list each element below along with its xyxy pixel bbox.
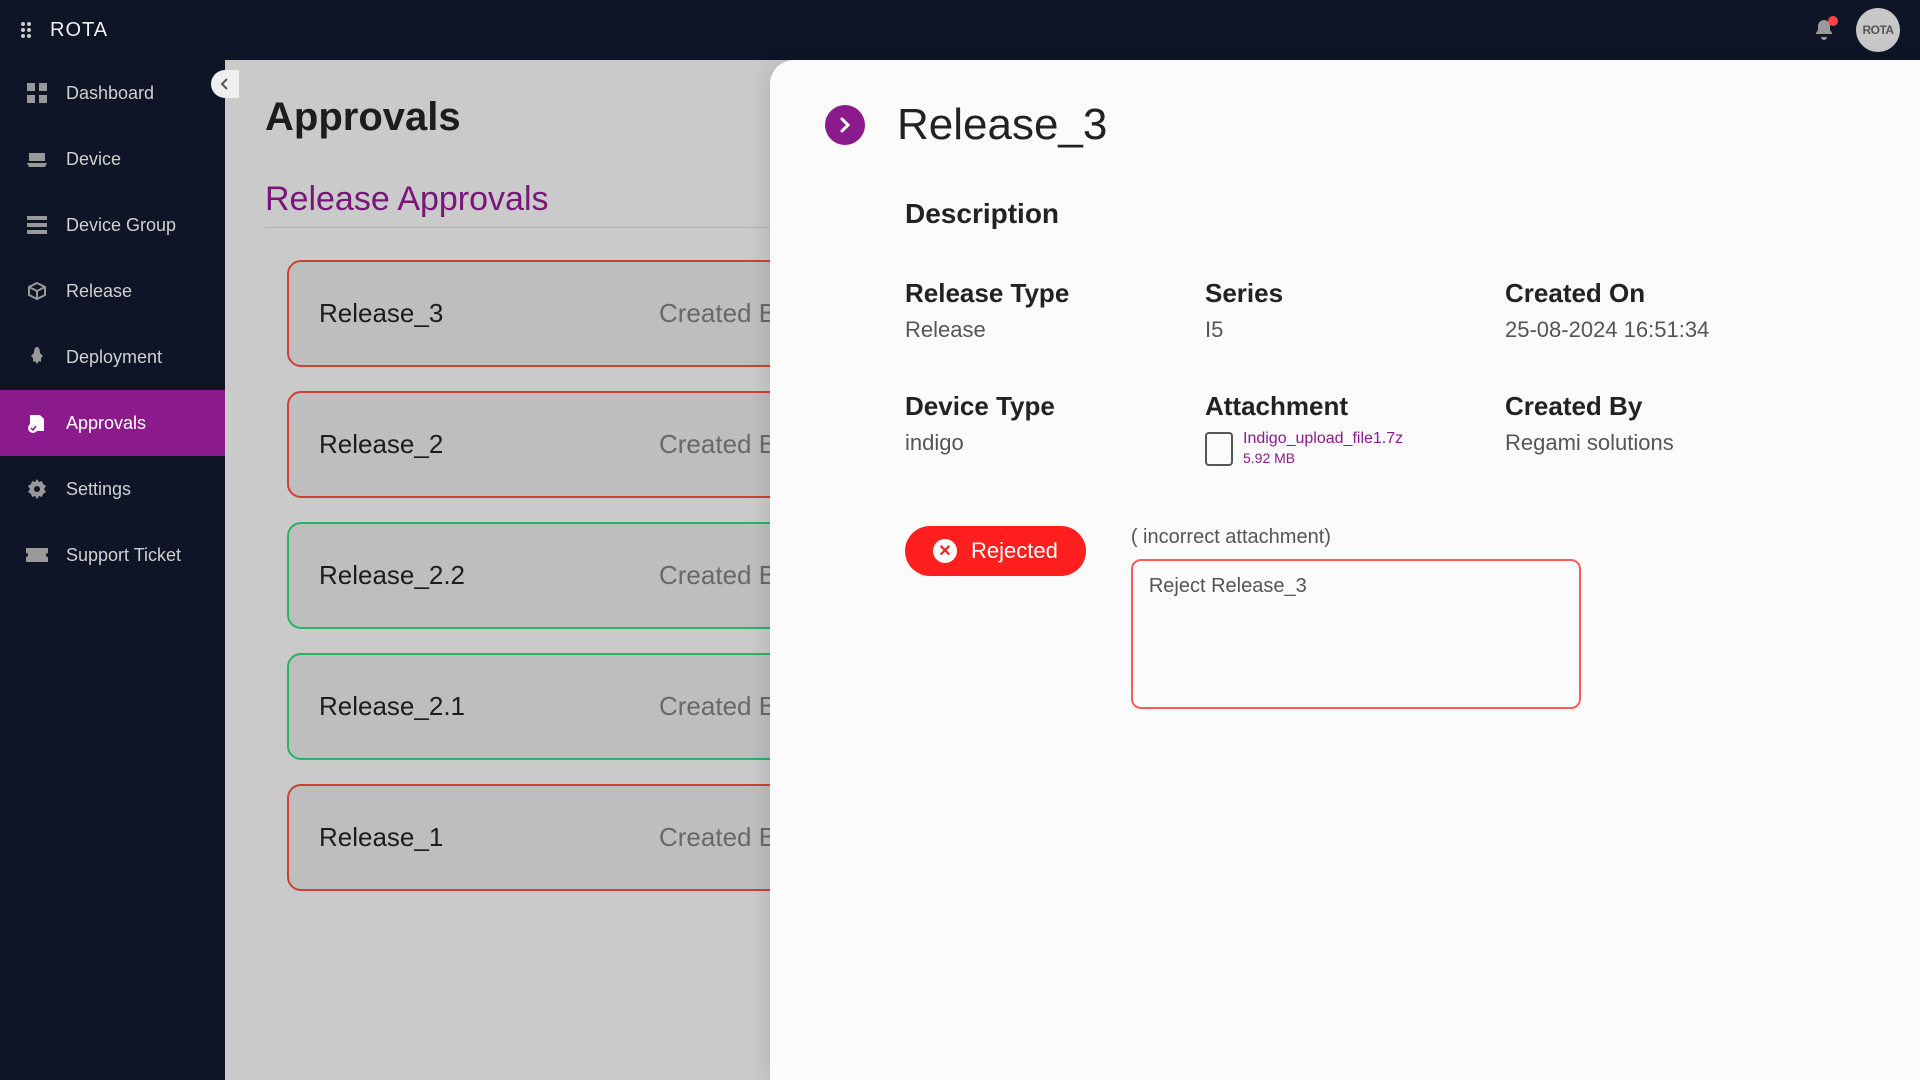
field-series: Series I5	[1205, 278, 1505, 343]
sidebar-item-dashboard[interactable]: Dashboard	[0, 60, 225, 126]
sidebar-item-label: Settings	[66, 479, 131, 500]
status-label: Rejected	[971, 538, 1058, 564]
sidebar-item-label: Device	[66, 149, 121, 170]
field-value: Release	[905, 317, 1205, 343]
sidebar-item-settings[interactable]: Settings	[0, 456, 225, 522]
info-grid: Release Type Release Series I5 Created O…	[905, 278, 1865, 466]
card-release-name: Release_3	[319, 298, 569, 329]
device-icon	[26, 148, 48, 170]
field-label: Attachment	[1205, 391, 1505, 422]
brand: ROTA	[20, 19, 108, 42]
detail-panel: Release_3 Description Release Type Relea…	[770, 60, 1920, 1080]
file-icon	[1205, 432, 1233, 466]
sidebar-item-support-ticket[interactable]: Support Ticket	[0, 522, 225, 588]
sidebar-item-label: Dashboard	[66, 83, 154, 104]
header-right: ROTA	[1812, 8, 1900, 52]
sidebar: Dashboard Device Device Group Release De…	[0, 60, 225, 1080]
deployment-icon	[26, 346, 48, 368]
notifications-button[interactable]	[1812, 18, 1836, 42]
field-created-by: Created By Regami solutions	[1505, 391, 1805, 466]
field-value: Regami solutions	[1505, 430, 1805, 456]
close-icon: ✕	[933, 539, 957, 563]
top-header: ROTA ROTA	[0, 0, 1920, 60]
card-release-name: Release_1	[319, 822, 569, 853]
panel-header: Release_3	[825, 100, 1865, 150]
card-release-name: Release_2.1	[319, 691, 569, 722]
attachment-filesize: 5.92 MB	[1243, 450, 1403, 466]
field-label: Created By	[1505, 391, 1805, 422]
reason-textbox[interactable]: Reject Release_3	[1131, 559, 1581, 709]
field-label: Release Type	[905, 278, 1205, 309]
sidebar-item-label: Approvals	[66, 413, 146, 434]
status-row: ✕ Rejected ( incorrect attachment) Rejec…	[905, 526, 1865, 709]
menu-grip-icon[interactable]	[20, 21, 38, 39]
sidebar-item-label: Deployment	[66, 347, 162, 368]
sidebar-item-release[interactable]: Release	[0, 258, 225, 324]
sidebar-item-label: Release	[66, 281, 132, 302]
avatar[interactable]: ROTA	[1856, 8, 1900, 52]
sidebar-collapse-button[interactable]	[211, 70, 239, 98]
panel-title: Release_3	[897, 100, 1107, 150]
field-attachment: Attachment Indigo_upload_file1.7z 5.92 M…	[1205, 391, 1505, 466]
sidebar-item-label: Support Ticket	[66, 545, 181, 566]
field-label: Created On	[1505, 278, 1805, 309]
notification-dot	[1828, 16, 1838, 26]
attachment-link[interactable]: Indigo_upload_file1.7z 5.92 MB	[1205, 430, 1505, 466]
approvals-icon	[26, 412, 48, 434]
sidebar-item-deployment[interactable]: Deployment	[0, 324, 225, 390]
field-value: I5	[1205, 317, 1505, 343]
dashboard-icon	[26, 82, 48, 104]
device-group-icon	[26, 214, 48, 236]
field-device-type: Device Type indigo	[905, 391, 1205, 466]
brand-name: ROTA	[50, 19, 108, 42]
release-icon	[26, 280, 48, 302]
field-created-on: Created On 25-08-2024 16:51:34	[1505, 278, 1805, 343]
sidebar-item-device[interactable]: Device	[0, 126, 225, 192]
reason-column: ( incorrect attachment) Reject Release_3	[1131, 526, 1865, 709]
ticket-icon	[26, 544, 48, 566]
sidebar-item-label: Device Group	[66, 215, 176, 236]
card-release-name: Release_2	[319, 429, 569, 460]
field-label: Series	[1205, 278, 1505, 309]
sidebar-item-approvals[interactable]: Approvals	[0, 390, 225, 456]
sidebar-item-device-group[interactable]: Device Group	[0, 192, 225, 258]
status-badge-rejected: ✕ Rejected	[905, 526, 1086, 576]
card-release-name: Release_2.2	[319, 560, 569, 591]
description-label: Description	[905, 198, 1865, 230]
field-value: 25-08-2024 16:51:34	[1505, 317, 1805, 343]
field-value: indigo	[905, 430, 1205, 456]
chevron-right-icon	[837, 117, 853, 133]
panel-close-button[interactable]	[825, 105, 865, 145]
field-release-type: Release Type Release	[905, 278, 1205, 343]
attachment-filename: Indigo_upload_file1.7z	[1243, 430, 1403, 448]
reason-note: ( incorrect attachment)	[1131, 526, 1865, 549]
field-label: Device Type	[905, 391, 1205, 422]
settings-icon	[26, 478, 48, 500]
